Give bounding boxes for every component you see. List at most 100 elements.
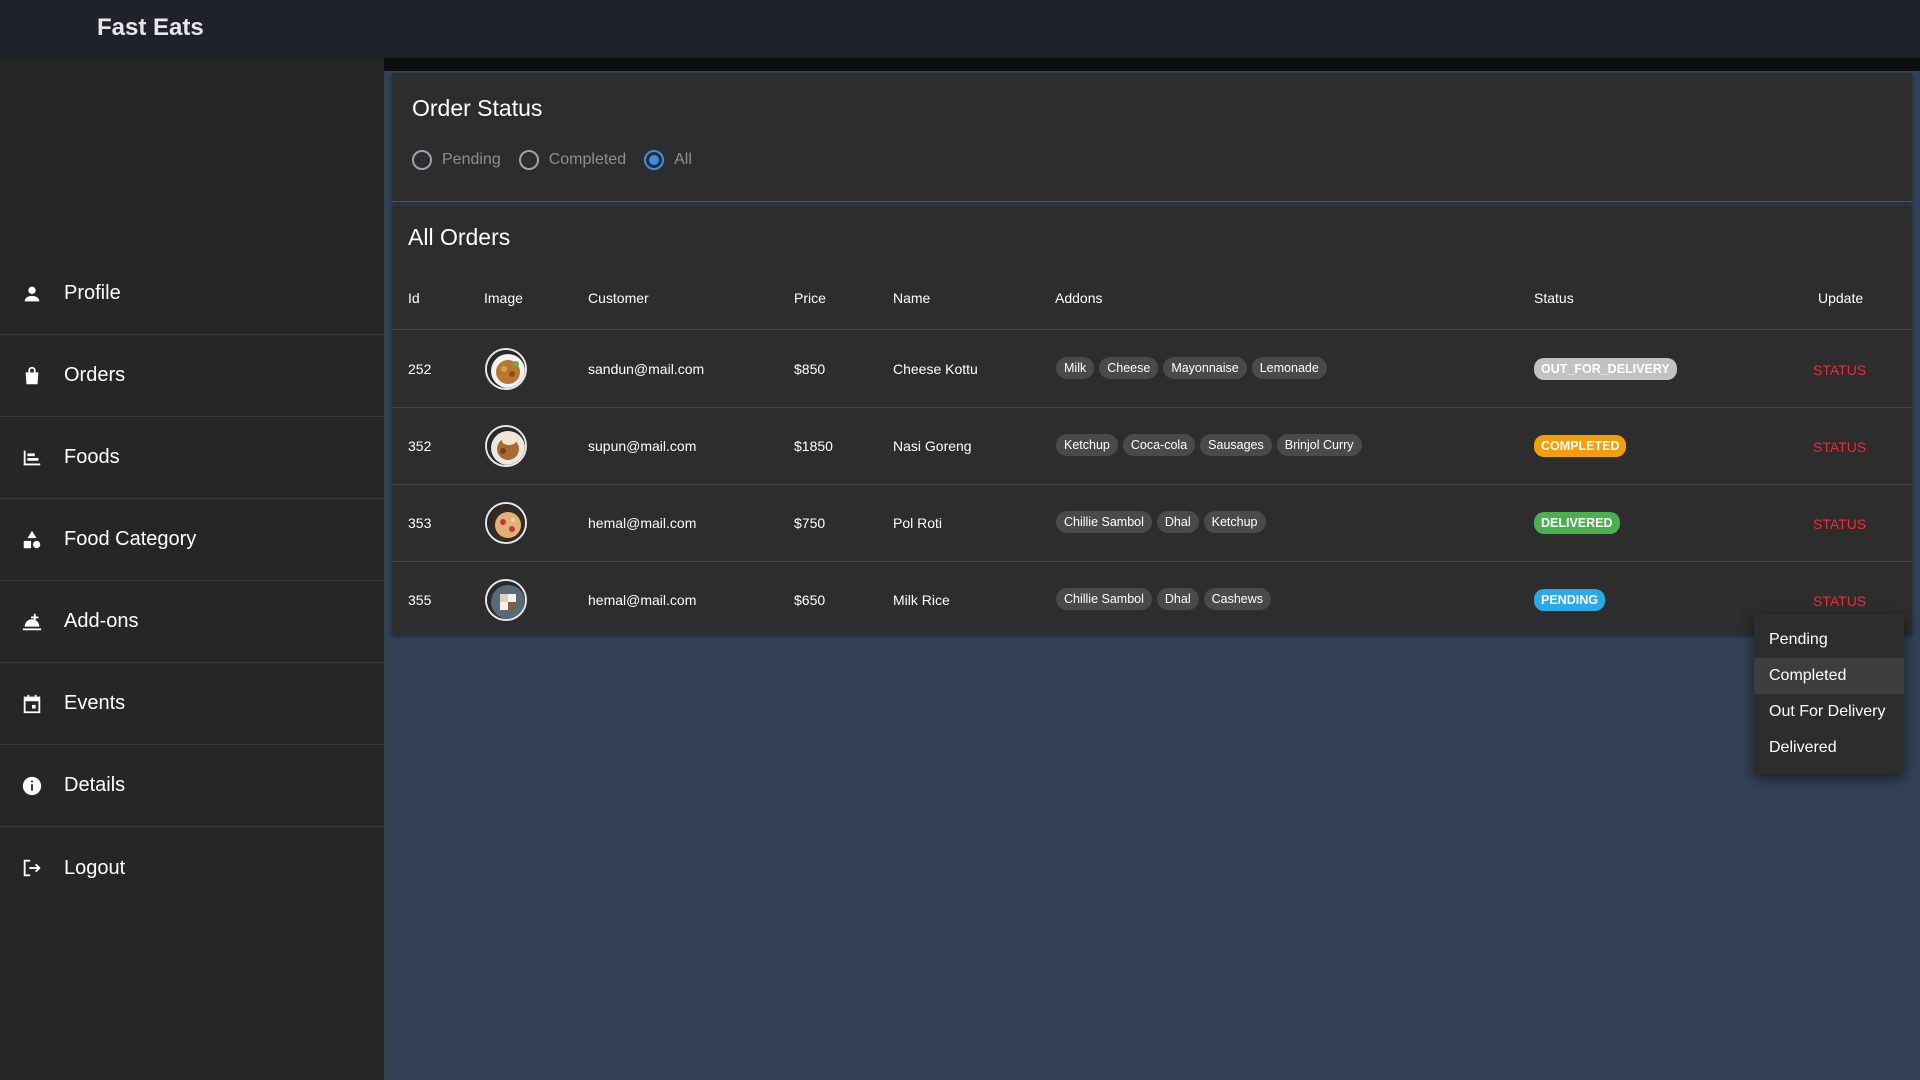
sidebar-item-label: Details — [64, 774, 126, 796]
sidebar-item-label: Food Category — [64, 528, 197, 550]
addon-chip: Brinjol Curry — [1276, 434, 1362, 456]
sidebar-item-food-category[interactable]: Food Category — [0, 499, 384, 581]
order-status-radio-group: Pending Completed All — [412, 150, 710, 170]
column-header-update: Update — [1818, 290, 1864, 306]
addons-list: Chillie Sambol Dhal Ketchup — [1056, 511, 1271, 533]
column-header-name: Name — [893, 290, 931, 306]
food-name: Cheese Kottu — [893, 361, 978, 377]
order-status-title: Order Status — [412, 95, 543, 121]
info-icon — [21, 775, 43, 797]
menu-item-out-for-delivery[interactable]: Out For Delivery — [1754, 694, 1904, 730]
sidebar-item-label: Profile — [64, 282, 121, 304]
radio-label: Completed — [548, 151, 627, 168]
addon-chip: Sausages — [1200, 434, 1272, 456]
food-name: Milk Rice — [893, 592, 950, 608]
sidebar-item-label: Orders — [64, 364, 126, 386]
order-id: 353 — [408, 515, 432, 531]
table-row: 355 hemal@mail.com $650 Milk Rice Chilli… — [392, 562, 1912, 639]
food-icon — [21, 447, 43, 469]
addons-list: Ketchup Coca-cola Sausages Brinjol Curry — [1056, 434, 1367, 456]
addon-chip: Cashews — [1203, 588, 1272, 610]
status-menu: Pending Completed Out For Delivery Deliv… — [1754, 614, 1904, 774]
radio-completed[interactable]: Completed — [518, 150, 627, 170]
radio-unchecked-icon — [412, 150, 432, 170]
status-badge: COMPLETED — [1534, 435, 1627, 457]
status-badge: OUT_FOR_DELIVERY — [1534, 358, 1677, 380]
customer-email: supun@mail.com — [588, 438, 697, 454]
order-status-panel: Order Status Pending Completed All — [392, 73, 1912, 202]
sidebar-item-events[interactable]: Events — [0, 663, 384, 745]
radio-pending[interactable]: Pending — [412, 150, 501, 170]
order-id: 355 — [408, 592, 432, 608]
update-status-button[interactable]: STATUS — [1813, 593, 1866, 609]
update-status-button[interactable]: STATUS — [1813, 362, 1866, 378]
customer-email: sandun@mail.com — [588, 361, 705, 377]
customer-email: hemal@mail.com — [588, 592, 697, 608]
status-badge: PENDING — [1534, 589, 1605, 611]
order-id: 252 — [408, 361, 432, 377]
food-thumbnail — [485, 425, 527, 467]
order-price: $750 — [794, 515, 826, 531]
sidebar-item-label: Events — [64, 692, 126, 714]
addon-chip: Ketchup — [1056, 434, 1118, 456]
food-thumbnail — [485, 579, 527, 621]
food-thumbnail — [485, 502, 527, 544]
all-orders-title: All Orders — [408, 224, 511, 250]
addon-chip: Cheese — [1099, 357, 1159, 379]
top-app-bar: Fast Eats — [0, 0, 1920, 58]
shopping-bag-icon — [21, 365, 43, 387]
menu-item-delivered[interactable]: Delivered — [1754, 730, 1904, 766]
table-row: 353 hemal@mail.com $750 Pol Roti Chillie… — [392, 485, 1912, 562]
food-thumbnail — [485, 348, 527, 390]
update-status-button[interactable]: STATUS — [1813, 516, 1866, 532]
sidebar-item-label: Logout — [64, 856, 126, 879]
order-id: 352 — [408, 438, 432, 454]
food-name: Nasi Goreng — [893, 438, 972, 454]
addons-icon — [21, 611, 43, 633]
column-header-status: Status — [1534, 290, 1574, 306]
sidebar-item-logout[interactable]: Logout — [0, 827, 384, 909]
sidebar-item-details[interactable]: Details — [0, 745, 384, 827]
category-icon — [21, 529, 43, 551]
status-badge: DELIVERED — [1534, 512, 1620, 534]
addon-chip: Coca-cola — [1122, 434, 1196, 456]
radio-unchecked-icon — [518, 150, 539, 170]
addon-chip: Ketchup — [1203, 511, 1266, 533]
radio-all[interactable]: All — [644, 150, 692, 170]
sidebar: Profile Orders Foods Food Category Add-o… — [0, 58, 384, 1080]
addon-chip: Chillie Sambol — [1056, 511, 1152, 533]
sidebar-item-profile[interactable]: Profile — [0, 253, 384, 335]
menu-item-pending[interactable]: Pending — [1754, 622, 1904, 658]
customer-email: hemal@mail.com — [588, 515, 697, 531]
order-price: $650 — [794, 592, 826, 608]
addon-chip: Dhal — [1156, 588, 1199, 610]
addon-chip: Milk — [1056, 357, 1095, 379]
app-brand: Fast Eats — [97, 14, 204, 41]
logout-icon — [21, 857, 43, 879]
addon-chip: Chillie Sambol — [1056, 588, 1152, 610]
sidebar-item-label: Foods — [64, 446, 120, 468]
all-orders-panel: All Orders Id Image Customer Price Name … — [392, 206, 1912, 634]
column-header-image: Image — [484, 290, 523, 306]
addons-list: Chillie Sambol Dhal Cashews — [1056, 588, 1276, 610]
sidebar-item-label: Add-ons — [64, 610, 139, 632]
column-header-addons: Addons — [1055, 290, 1103, 306]
table-row: 352 supun@mail.com $1850 Nasi Goreng Ket… — [392, 408, 1912, 485]
food-name: Pol Roti — [893, 515, 943, 531]
menu-item-completed[interactable]: Completed — [1754, 658, 1904, 694]
addon-chip: Lemonade — [1251, 357, 1327, 379]
table-row: 252 sandun@mail.com $850 Cheese Kottu Mi… — [392, 331, 1912, 408]
order-price: $850 — [794, 361, 826, 377]
radio-label: All — [674, 151, 692, 168]
sidebar-item-add-ons[interactable]: Add-ons — [0, 581, 384, 663]
radio-label: Pending — [442, 151, 501, 168]
radio-checked-icon — [644, 150, 665, 170]
column-header-customer: Customer — [588, 290, 649, 306]
column-header-price: Price — [794, 290, 826, 306]
order-price: $1850 — [794, 438, 833, 454]
sidebar-item-foods[interactable]: Foods — [0, 417, 384, 499]
addon-chip: Mayonnaise — [1163, 357, 1247, 379]
sidebar-item-orders[interactable]: Orders — [0, 335, 384, 417]
update-status-button[interactable]: STATUS — [1813, 439, 1866, 455]
main-top-strip — [384, 58, 1920, 71]
